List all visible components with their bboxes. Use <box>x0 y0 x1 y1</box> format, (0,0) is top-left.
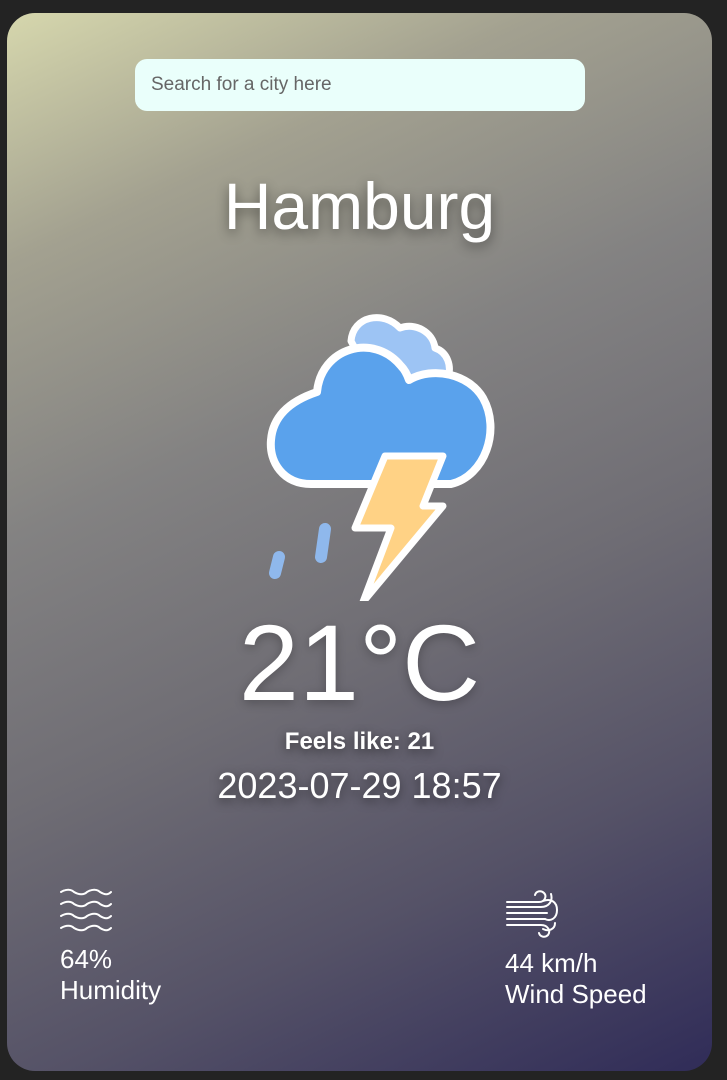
humidity-stat: 64% Humidity <box>60 888 161 1006</box>
city-name: Hamburg <box>223 169 496 243</box>
weather-card: Hamburg 21°C Feels like: 21 2023-07-29 1… <box>7 13 712 1071</box>
thunderstorm-rain-icon <box>266 314 495 601</box>
temperature: 21°C <box>238 602 481 723</box>
feels-like: Feels like: 21 <box>284 728 435 755</box>
wind-value: 44 km/h <box>505 948 598 978</box>
humidity-waves-icon <box>60 888 112 932</box>
wind-label: Wind Speed <box>505 979 647 1009</box>
search-input[interactable] <box>135 59 585 111</box>
humidity-label: Humidity <box>60 975 162 1005</box>
humidity-value: 64% <box>60 944 113 974</box>
wind-stat: 44 km/h Wind Speed <box>505 888 647 1010</box>
date-time: 2023-07-29 18:57 <box>217 765 502 806</box>
wind-icon <box>506 890 559 938</box>
